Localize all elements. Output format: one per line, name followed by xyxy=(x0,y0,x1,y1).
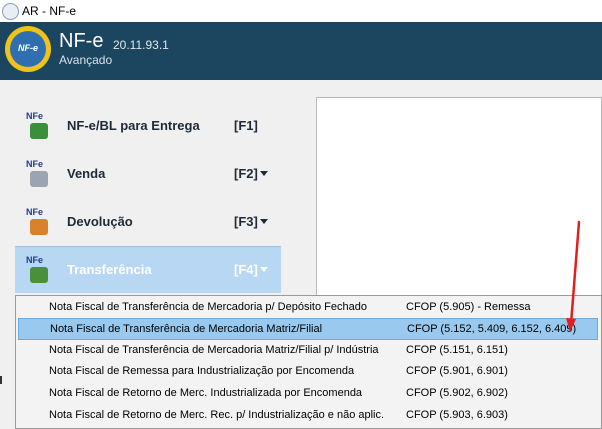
dropdown-item[interactable]: Nota Fiscal de Transferência de Mercador… xyxy=(18,297,598,319)
transfer-dropdown-menu: Nota Fiscal de Transferência de Mercador… xyxy=(15,295,602,429)
menu-shortcut: [F4] xyxy=(234,262,258,277)
product-mode: Avançado xyxy=(59,53,113,67)
dropdown-item-label: Nota Fiscal de Transferência de Mercador… xyxy=(50,323,323,335)
dropdown-item-label: Nota Fiscal de Retorno de Merc. Industri… xyxy=(49,387,363,399)
menu-label: Devolução xyxy=(67,214,133,229)
dropdown-item-cfop: CFOP (5.901, 6.901) xyxy=(406,365,508,377)
dropdown-item-highlighted[interactable]: Nota Fiscal de Transferência de Mercador… xyxy=(18,318,598,340)
dropdown-item-cfop: CFOP (5.902, 6.902) xyxy=(406,387,508,399)
menu-label: Transferência xyxy=(67,262,152,277)
cart-icon: NFe xyxy=(24,159,54,191)
transfer-icon: NFe xyxy=(24,255,54,287)
sidebar-menu: NFe NF-e/BL para Entrega [F1] NFe Venda … xyxy=(15,97,281,297)
dropdown-item-cfop: CFOP (5.152, 5.409, 6.152, 6.409) xyxy=(407,323,577,335)
dropdown-item[interactable]: Nota Fiscal de Transferência de Mercador… xyxy=(18,340,598,362)
dropdown-item-label: Nota Fiscal de Retorno de Merc. Rec. p/ … xyxy=(49,409,385,421)
chevron-down-icon[interactable] xyxy=(260,171,268,176)
dropdown-item-cfop: CFOP (5.151, 6.151) xyxy=(406,344,508,356)
product-version: 20.11.93.1 xyxy=(113,38,169,52)
nfe-logo-icon: NF-e xyxy=(5,26,51,72)
menu-label: Venda xyxy=(67,166,106,181)
menu-item-entrega[interactable]: NFe NF-e/BL para Entrega [F1] xyxy=(15,103,281,149)
dropdown-item[interactable]: Nota Fiscal de Remessa para Industrializ… xyxy=(18,361,598,383)
chevron-down-icon[interactable] xyxy=(260,219,268,224)
dropdown-item-label: Nota Fiscal de Remessa para Industrializ… xyxy=(49,365,355,377)
dropdown-item[interactable]: Nota Fiscal de Retorno de Merc. Industri… xyxy=(18,383,598,405)
app-header: NF-e NF-e 20.11.93.1 Avançado xyxy=(0,22,602,80)
window-edge-tick xyxy=(0,376,2,384)
product-name: NF-e xyxy=(59,30,104,52)
app-icon xyxy=(2,3,19,20)
window-title: AR - NF-e xyxy=(22,4,76,18)
title-bar: AR - NF-e xyxy=(0,0,602,23)
menu-label: NF-e/BL para Entrega xyxy=(67,118,200,133)
delivery-icon: NFe xyxy=(24,111,54,143)
menu-item-venda[interactable]: NFe Venda [F2] xyxy=(15,151,281,197)
menu-item-devolucao[interactable]: NFe Devolução [F3] xyxy=(15,199,281,245)
chevron-down-icon[interactable] xyxy=(260,267,268,272)
dropdown-item-label: Nota Fiscal de Transferência de Mercador… xyxy=(49,344,379,356)
menu-shortcut: [F2] xyxy=(234,166,258,181)
dropdown-item[interactable]: Nota Fiscal de Retorno de Merc. Rec. p/ … xyxy=(18,405,598,427)
menu-item-transferencia[interactable]: NFe Transferência [F4] xyxy=(15,246,281,293)
menu-shortcut: [F3] xyxy=(234,214,258,229)
return-box-icon: NFe xyxy=(24,207,54,239)
dropdown-item-cfop: CFOP (5.903, 6.903) xyxy=(406,409,508,421)
dropdown-item-cfop: CFOP (5.905) - Remessa xyxy=(406,301,531,313)
dropdown-item-label: Nota Fiscal de Transferência de Mercador… xyxy=(49,301,367,313)
menu-shortcut: [F1] xyxy=(234,118,258,133)
